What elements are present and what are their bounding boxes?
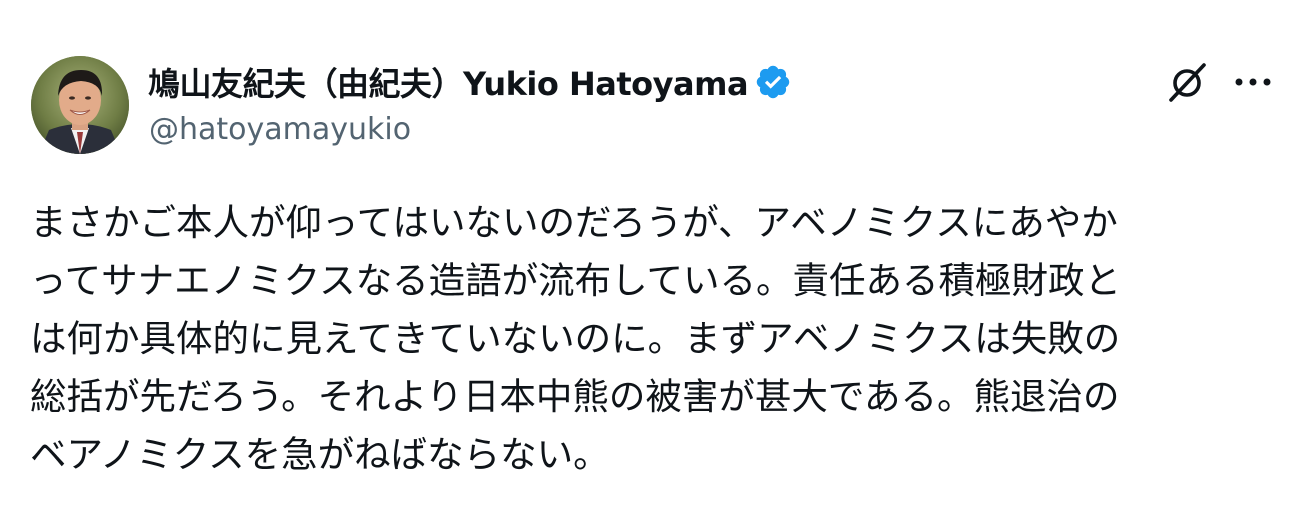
author-display-name[interactable]: 鳩山友紀夫（由紀夫）Yukio Hatoyama: [148, 59, 749, 105]
author-name-row[interactable]: 鳩山友紀夫（由紀夫）Yukio Hatoyama: [148, 58, 792, 106]
avatar-photo-icon: [31, 56, 129, 154]
author-avatar[interactable]: [31, 56, 129, 154]
more-options-button[interactable]: [1228, 58, 1278, 106]
tweet-text-line: ってサナエノミクスなる造語が流布している。責任ある積極財政と: [30, 259, 1121, 302]
tweet-text: まさかご本人が仰ってはいないのだろうが、アベノミクスにあやか ってサナエノミクス…: [30, 194, 1275, 484]
tweet-text-line: ベアノミクスを急がねばならない。: [30, 433, 610, 476]
verified-badge-icon[interactable]: [754, 63, 792, 101]
tweet-text-line: は何か具体的に見えてきていないのに。まずアベノミクスは失敗の: [30, 317, 1121, 360]
tweet-text-line: 総括が先だろう。それより日本中熊の被害が甚大である。熊退治の: [30, 375, 1120, 418]
tweet-card: 鳩山友紀夫（由紀夫）Yukio Hatoyama @hatoyamayukio …: [0, 0, 1300, 527]
more-options-icon: [1235, 78, 1271, 86]
tweet-text-line: まさかご本人が仰ってはいないのだろうが、アベノミクスにあやか: [30, 201, 1118, 244]
grok-icon: [1169, 63, 1206, 102]
grok-button[interactable]: [1163, 58, 1213, 106]
author-handle[interactable]: @hatoyamayukio: [149, 112, 411, 147]
